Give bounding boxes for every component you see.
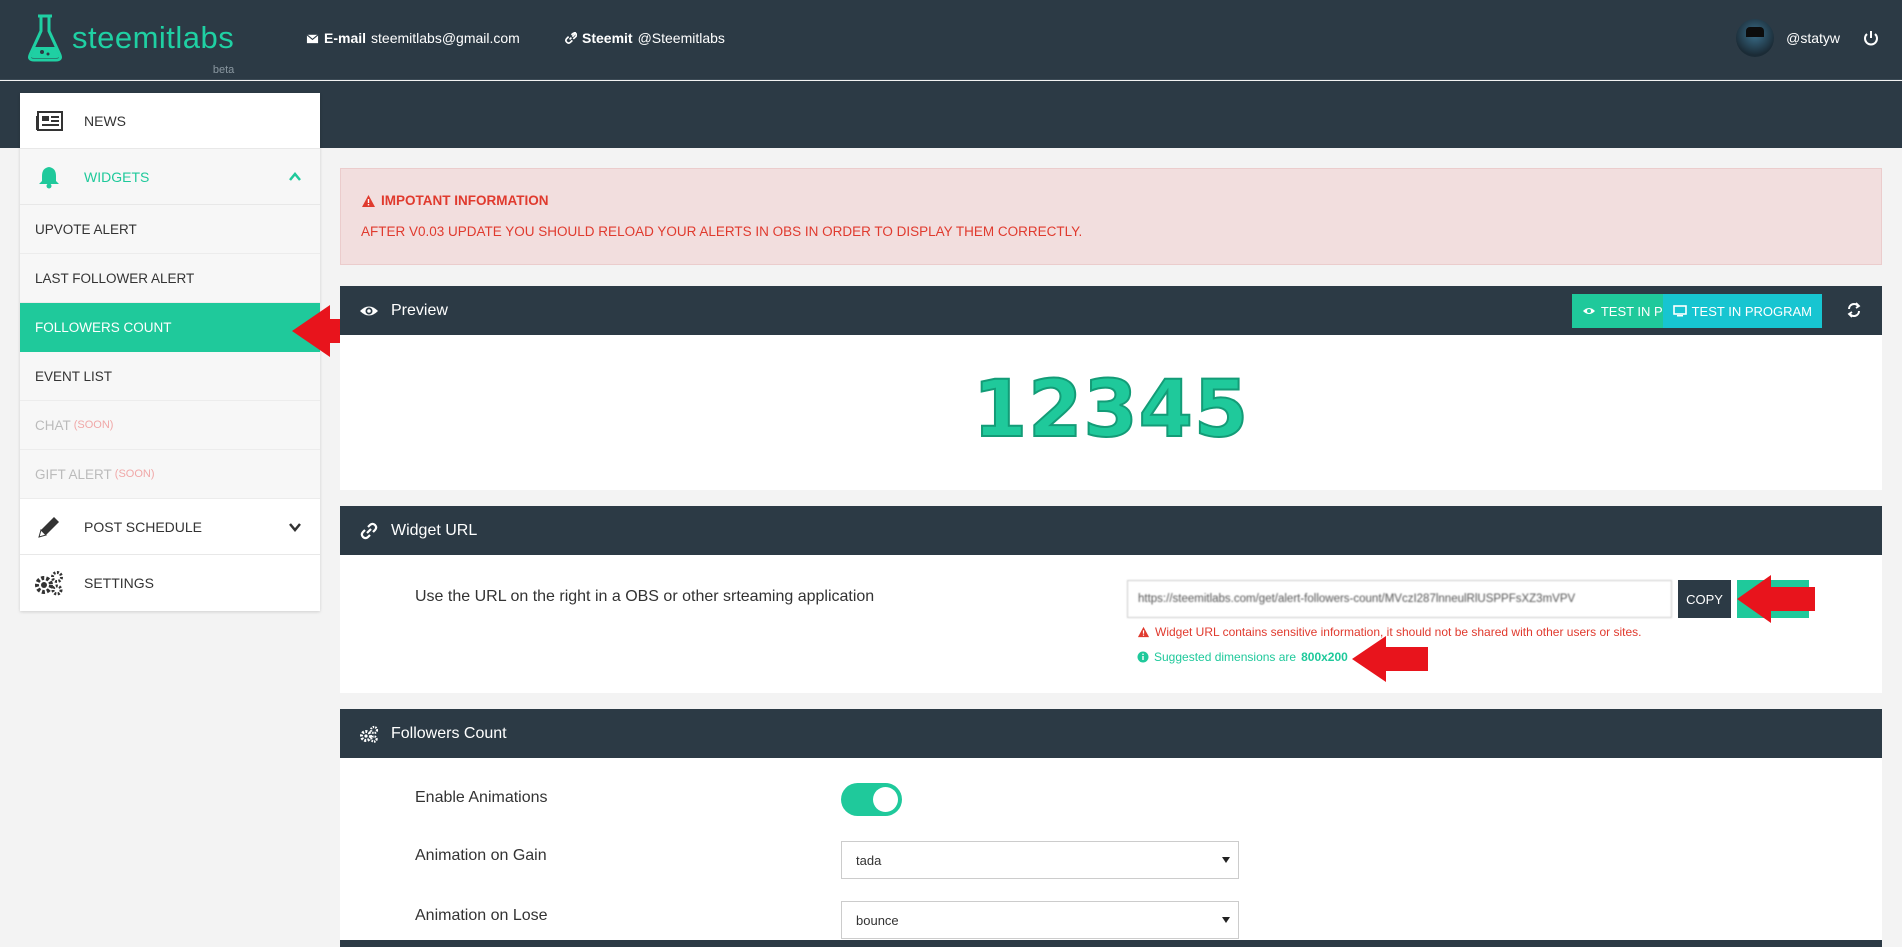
animation-on-gain-label: Animation on Gain	[415, 847, 547, 864]
chevron-up-icon[interactable]	[288, 170, 302, 184]
followers-count-panel-body: Enable Animations Animation on Gain tada…	[340, 758, 1882, 940]
sidebar-item-label: SETTINGS	[84, 575, 155, 591]
link-icon	[565, 31, 577, 44]
sidebar-item-label: LAST FOLLOWER ALERT	[35, 270, 195, 286]
red-arrow-annotation	[1352, 636, 1428, 682]
widget-url-panel-header: Widget URL	[340, 506, 1882, 555]
sidebar-item-followers-count[interactable]: FOLLOWERS COUNT	[20, 303, 320, 352]
followers-count-panel-header: Followers Count	[340, 709, 1882, 758]
sidebar-item-upvote-alert[interactable]: UPVOTE ALERT	[20, 205, 320, 254]
username[interactable]: @statyw	[1786, 30, 1840, 46]
animation-on-lose-select[interactable]: bounce	[841, 901, 1239, 939]
widget-url-input[interactable]: https://steemitlabs.com/get/alert-follow…	[1127, 580, 1672, 618]
sidebar-item-label: GIFT ALERT	[35, 466, 112, 482]
envelope-icon	[306, 33, 319, 43]
select-value: bounce	[856, 912, 899, 928]
enable-animations-toggle[interactable]	[841, 783, 902, 816]
caret-down-icon	[1222, 857, 1230, 863]
sidebar-item-label: CHAT	[35, 417, 71, 433]
brand-logo[interactable]: steemitlabs beta	[26, 12, 235, 76]
alert-title: IMPOTANT INFORMATION	[361, 193, 548, 208]
followers-count-preview: 12345	[972, 364, 1250, 456]
info-text: Suggested dimensions are	[1154, 650, 1297, 664]
steemit-label: Steemit	[582, 30, 633, 46]
alert-title-text: IMPOTANT INFORMATION	[381, 193, 549, 208]
pencil-icon	[34, 514, 64, 540]
sidebar-item-label: FOLLOWERS COUNT	[35, 319, 172, 335]
sidebar-item-label: POST SCHEDULE	[84, 518, 202, 535]
preview-panel-header: Preview TEST IN PREVIEW TEST IN PROGRAM	[340, 286, 1882, 335]
panel-title: Preview	[391, 301, 448, 319]
sidebar-item-label: UPVOTE ALERT	[35, 221, 137, 237]
eye-icon	[360, 306, 378, 315]
preview-panel-body: 12345	[340, 335, 1882, 490]
red-arrow-annotation	[1737, 575, 1815, 623]
next-panel-header-partial	[340, 940, 1882, 947]
suggested-dimensions-value: 800x200	[1301, 650, 1348, 664]
soon-badge: (SOON)	[73, 419, 114, 431]
link-icon	[360, 522, 378, 539]
gears-icon	[360, 725, 379, 743]
sidebar-item-label: NEWS	[84, 112, 126, 129]
widget-url-instructions: Use the URL on the right in a OBS or oth…	[415, 588, 875, 605]
email-value: steemitlabs@gmail.com	[371, 30, 520, 46]
sidebar-item-settings[interactable]: SETTINGS	[20, 555, 320, 611]
select-value: tada	[856, 852, 882, 868]
enable-animations-label: Enable Animations	[415, 789, 548, 806]
widget-url-panel-body: Use the URL on the right in a OBS or oth…	[340, 555, 1882, 693]
animation-on-lose-label: Animation on Lose	[415, 907, 548, 924]
copy-button[interactable]: COPY	[1678, 580, 1731, 618]
soon-badge: (SOON)	[114, 468, 155, 480]
suggested-dimensions-info: Suggested dimensions are 800x200	[1137, 650, 1348, 664]
email-contact[interactable]: E-mail steemitlabs@gmail.com	[306, 30, 520, 46]
sidebar-item-post-schedule[interactable]: POST SCHEDULE	[20, 499, 320, 555]
newspaper-icon	[34, 108, 64, 134]
steemit-value: @Steemitlabs	[637, 30, 725, 46]
brand-name: steemitlabs	[72, 20, 235, 55]
sidebar-item-gift-alert: GIFT ALERT (SOON)	[20, 450, 320, 499]
sidebar-item-widgets[interactable]: WIDGETS	[20, 149, 320, 205]
eye-icon	[1582, 308, 1595, 314]
sidebar-item-label: WIDGETS	[84, 168, 150, 185]
power-icon[interactable]	[1862, 29, 1880, 47]
refresh-icon[interactable]	[1846, 302, 1862, 318]
panel-title: Followers Count	[391, 724, 507, 742]
desktop-icon	[1672, 305, 1687, 317]
sidebar-item-chat: CHAT (SOON)	[20, 401, 320, 450]
user-menu[interactable]: @statyw	[1736, 18, 1902, 58]
steemit-contact[interactable]: Steemit @Steemitlabs	[564, 30, 725, 46]
email-label: E-mail	[324, 30, 367, 46]
sidebar-item-label: EVENT LIST	[35, 368, 113, 384]
info-icon	[1137, 651, 1149, 663]
test-in-program-button[interactable]: TEST IN PROGRAM	[1662, 294, 1822, 328]
panel-title: Widget URL	[391, 521, 478, 539]
avatar[interactable]	[1736, 19, 1775, 57]
warning-icon	[362, 194, 375, 207]
bell-icon	[34, 164, 64, 190]
sidebar-item-news[interactable]: NEWS	[20, 93, 320, 149]
chevron-down-icon[interactable]	[288, 520, 302, 534]
button-label: TEST IN PROGRAM	[1691, 303, 1812, 319]
toggle-knob	[873, 787, 898, 812]
brand-tag: beta	[212, 64, 235, 76]
animation-on-gain-select[interactable]: tada	[841, 841, 1239, 879]
sidebar-item-event-list[interactable]: EVENT LIST	[20, 352, 320, 401]
sidebar-item-last-follower-alert[interactable]: LAST FOLLOWER ALERT	[20, 254, 320, 303]
alert-text: AFTER V0.03 UPDATE YOU SHOULD RELOAD YOU…	[361, 224, 1083, 239]
top-bar: steemitlabs beta E-mail steemitlabs@gmai…	[0, 0, 1902, 80]
gears-icon	[34, 570, 64, 596]
flask-icon	[28, 14, 62, 62]
important-info-alert: IMPOTANT INFORMATION AFTER V0.03 UPDATE …	[340, 168, 1882, 265]
warning-icon	[1137, 626, 1150, 638]
caret-down-icon	[1222, 917, 1230, 923]
sidebar: NEWS WIDGETS UPVOTE ALERT LAST FOLLOWER …	[20, 93, 320, 611]
